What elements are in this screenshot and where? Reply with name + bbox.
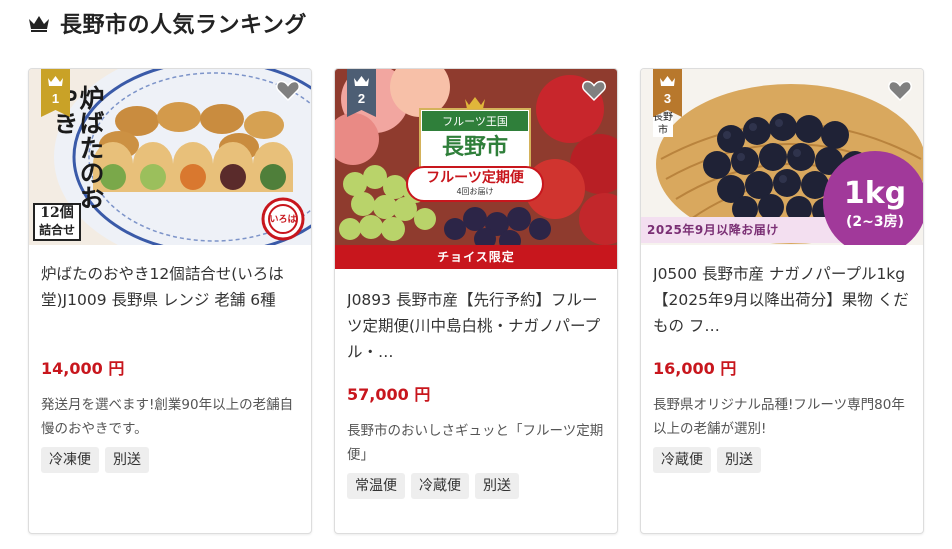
product-title[interactable]: J0500 長野市産 ナガノパープル1kg【2025年9月以降出荷分】果物 くだ… (653, 261, 911, 339)
product-price: 14,000 円 (41, 359, 125, 378)
rank-badge-1: 1 (41, 69, 70, 117)
product-description: 長野県オリジナル品種!フルーツ専門80年以上の老舗が選別! (653, 397, 905, 437)
bunch-count-label: (2~3房) (845, 214, 904, 230)
section-header: 長野市の人気ランキング (28, 6, 307, 40)
tag-shipping-ambient: 常温便 (347, 473, 405, 499)
product-description: 長野市のおいしさギュッと「フルーツ定期便」 (347, 423, 604, 463)
favorite-heart-icon[interactable] (887, 77, 913, 103)
card-body: J0500 長野市産 ナガノパープル1kg【2025年9月以降出荷分】果物 くだ… (653, 261, 911, 473)
rank-badge-2: 2 (347, 69, 376, 117)
plan-label: フルーツ定期便 (426, 170, 524, 186)
tag-separate-shipping: 別送 (475, 473, 519, 499)
product-image-nagano-purple[interactable]: 長野 市 1kg (2~3房) 2025年9月以降お届け 3 (641, 69, 923, 245)
rank-number: 3 (663, 91, 672, 106)
product-description: 発送月を選べます!創業90年以上の老舗自慢のおやきです。 (41, 397, 294, 437)
product-image-oyaki[interactable]: 炉ばたのおやき 12個 詰合せ いろは堂 1 (29, 69, 311, 245)
delivery-date-label: 2025年9月以降お届け (647, 223, 779, 237)
favorite-heart-icon[interactable] (581, 77, 607, 103)
tag-shipping-chilled: 冷蔵便 (653, 447, 711, 473)
product-price: 57,000 円 (347, 385, 431, 404)
rank-badge-3: 3 (653, 69, 682, 117)
card-body: J0893 長野市産【先行予約】フルーツ定期便(川中島白桃・ナガノパープル・… … (347, 287, 605, 499)
choice-limited-banner: チョイス限定 (335, 245, 617, 269)
frequency-label: 4回お届け (456, 187, 494, 196)
city-label: 長野市 (441, 135, 508, 160)
pack-size-label: 12個 詰合せ (33, 203, 81, 241)
shipping-tags: 冷蔵便 別送 (653, 447, 911, 473)
product-image-fruit-subscription[interactable]: フルーツ王国 長野市 フルーツ定期便 4回お届け 2 (335, 69, 617, 245)
tag-separate-shipping: 別送 (105, 447, 149, 473)
brand-logo: いろは堂 (269, 215, 297, 225)
shipping-tags: 冷凍便 別送 (41, 447, 299, 473)
card-body: 炉ばたのおやき12個詰合せ(いろは堂)J1009 長野県 レンジ 老舗 6種 1… (41, 261, 299, 473)
rank-number: 2 (357, 91, 366, 106)
favorite-heart-icon[interactable] (275, 77, 301, 103)
tag-shipping-frozen: 冷凍便 (41, 447, 99, 473)
weight-label: 1kg (843, 176, 907, 211)
crown-icon (29, 16, 49, 32)
product-title[interactable]: 炉ばたのおやき12個詰合せ(いろは堂)J1009 長野県 レンジ 老舗 6種 (41, 261, 299, 339)
product-price: 16,000 円 (653, 359, 737, 378)
ranking-card-3[interactable]: 長野 市 1kg (2~3房) 2025年9月以降お届け 3 J0500 長野市… (640, 68, 924, 534)
product-title[interactable]: J0893 長野市産【先行予約】フルーツ定期便(川中島白桃・ナガノパープル・… (347, 287, 605, 365)
section-title: 長野市の人気ランキング (60, 13, 307, 38)
kingdom-label: フルーツ王国 (442, 115, 508, 128)
shipping-tags: 常温便 冷蔵便 別送 (347, 473, 605, 499)
tag-separate-shipping: 別送 (717, 447, 761, 473)
rank-number: 1 (51, 91, 60, 106)
ranking-card-2[interactable]: フルーツ王国 長野市 フルーツ定期便 4回お届け 2 チョイス限定 J0893 … (334, 68, 618, 534)
tag-shipping-chilled: 冷蔵便 (411, 473, 469, 499)
ranking-card-1[interactable]: 炉ばたのおやき 12個 詰合せ いろは堂 1 炉ばたのおやき12個詰合せ(いろは… (28, 68, 312, 534)
